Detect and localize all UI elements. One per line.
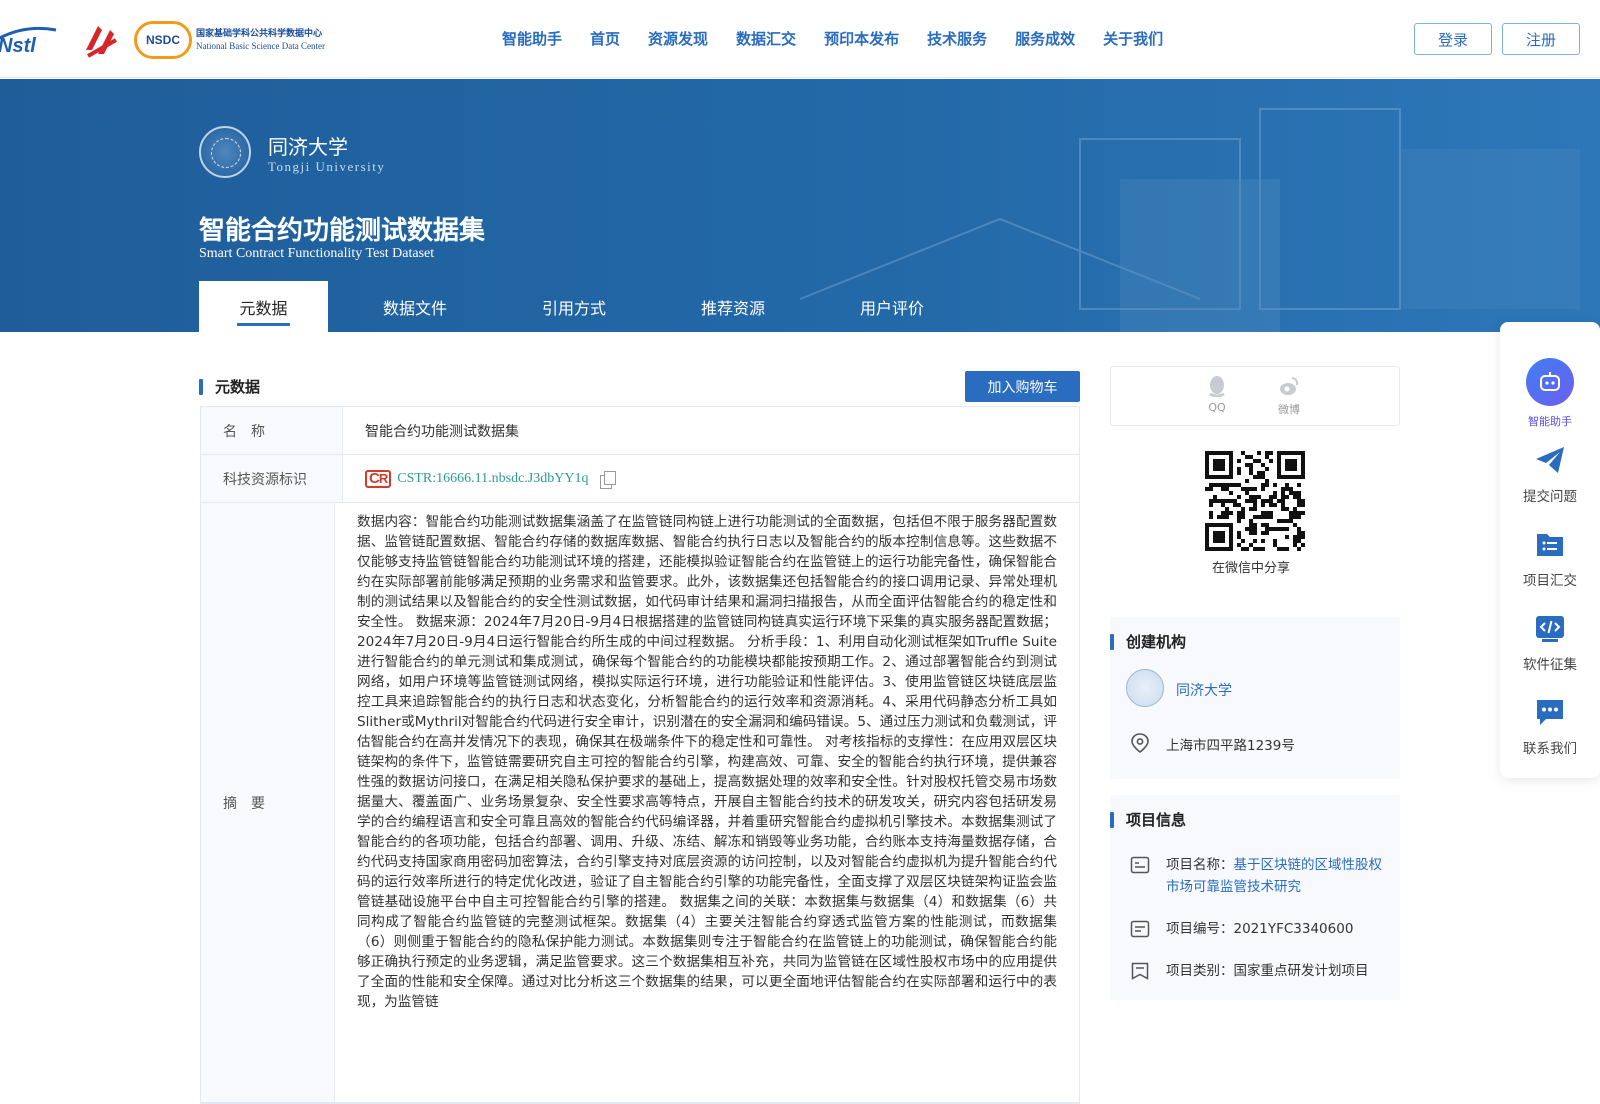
share-box: QQ 微博	[1110, 366, 1400, 426]
table-row: 名 称 智能合约功能测试数据集	[201, 407, 1079, 455]
table-row: 科技资源标识 CR CSTR:16666.11.nbsdc.J3dbYY1q	[201, 455, 1079, 503]
nav-data-submission[interactable]: 数据汇交	[736, 28, 796, 49]
svg-text:Nstl: Nstl	[0, 35, 36, 57]
dataset-tabs: 元数据 数据文件 引用方式 推荐资源 用户评价	[199, 281, 964, 332]
field-label: 名 称	[201, 407, 343, 454]
creator-title: 创建机构	[1126, 633, 1187, 651]
org-seal-icon	[1126, 669, 1164, 707]
field-label: 摘 要	[201, 503, 335, 1102]
project-name: 项目名称：基于区块链的区域性股权市场可靠监管技术研究	[1166, 854, 1386, 898]
list-folder-icon	[1537, 534, 1563, 556]
dataset-title-en: Smart Contract Functionality Test Datase…	[199, 246, 435, 261]
chat-bubble-icon	[1537, 700, 1563, 725]
project-heading: 项目信息	[1110, 809, 1186, 830]
nav-smart-assistant[interactable]: 智能助手	[502, 28, 562, 49]
project-number: 项目编号：2021YFC3340600	[1166, 921, 1354, 937]
register-button[interactable]: 注册	[1502, 23, 1580, 55]
location-pin-icon	[1131, 733, 1149, 754]
org-name-link[interactable]: 同济大学	[1176, 680, 1232, 700]
tab-citation[interactable]: 引用方式	[502, 281, 646, 332]
nav-tech-service[interactable]: 技术服务	[927, 28, 987, 49]
qq-icon	[1209, 376, 1225, 397]
cstr-icon: CR	[365, 469, 392, 488]
dataset-title: 智能合约功能测试数据集	[199, 216, 486, 246]
tab-metadata[interactable]: 元数据	[199, 281, 328, 332]
copy-icon[interactable]	[600, 470, 617, 489]
nsdc-badge: NSDC	[134, 21, 192, 59]
nstl-logo[interactable]: Nstl	[0, 22, 66, 58]
table-row: 摘 要 数据内容：智能合约功能测试数据集涵盖了在监管链同构链上进行功能测试的全面…	[201, 503, 1079, 1103]
tab-data-files[interactable]: 数据文件	[328, 281, 502, 332]
org-address: 上海市四平路1239号	[1166, 738, 1295, 754]
nsdc-name-zh: 国家基础学科公共科学数据中心	[196, 29, 323, 39]
metadata-table: 名 称 智能合约功能测试数据集 科技资源标识 CR CSTR:16666.11.…	[200, 406, 1080, 1104]
creator-card: 创建机构 同济大学 上海市四平路1239号	[1110, 617, 1400, 779]
nav-about[interactable]: 关于我们	[1103, 28, 1163, 49]
qr-caption: 在微信中分享	[1212, 561, 1291, 576]
share-weibo[interactable]: 微博	[1269, 375, 1309, 417]
software-collection-label: 软件征集	[1523, 657, 1577, 673]
project-submission-label: 项目汇交	[1523, 573, 1577, 589]
nav-preprint[interactable]: 预印本发布	[824, 28, 899, 49]
nsdc-logo[interactable]: NSDC 国家基础学科公共科学数据中心 National Basic Scien…	[134, 20, 350, 60]
nsdc-name-en: National Basic Science Data Center	[196, 41, 325, 51]
metadata-title: 元数据	[215, 378, 261, 396]
partner-logo-icon[interactable]	[80, 20, 120, 60]
ai-assistant-button[interactable]	[1526, 358, 1574, 406]
abstract-value: 数据内容：智能合约功能测试数据集涵盖了在监管链同构链上进行功能测试的全面数据，包…	[335, 503, 1079, 1102]
project-category-icon	[1131, 962, 1149, 980]
weibo-label: 微博	[1278, 403, 1300, 416]
university-name-en: Tongji University	[268, 159, 386, 174]
metadata-heading: 元数据	[199, 376, 260, 397]
main-nav: 智能助手 首页 资源发现 数据汇交 预印本发布 技术服务 服务成效 关于我们	[502, 28, 1191, 49]
cstr-value: CR CSTR:16666.11.nbsdc.J3dbYY1q	[343, 455, 1079, 502]
creator-heading: 创建机构	[1110, 631, 1186, 652]
section-marker	[199, 378, 203, 395]
nav-home[interactable]: 首页	[590, 28, 620, 49]
project-card: 项目信息 项目名称：基于区块链的区域性股权市场可靠监管技术研究 项目编号：202…	[1110, 795, 1400, 1000]
code-icon	[1536, 616, 1564, 642]
project-number-icon	[1130, 920, 1150, 938]
project-name-icon	[1130, 856, 1150, 874]
abstract-text: 数据内容：智能合约功能测试数据集涵盖了在监管链同构链上进行功能测试的全面数据，包…	[357, 514, 1057, 1010]
university-seal-icon	[199, 126, 251, 178]
project-name-label: 项目名称：	[1166, 857, 1234, 873]
contact-us-button[interactable]: 联系我们	[1500, 697, 1600, 757]
paper-plane-icon	[1536, 447, 1564, 473]
university-name[interactable]: 同济大学	[268, 131, 348, 160]
side-toolbar: 智能助手 提交问题 项目汇交 软件征集 联系我们	[1500, 322, 1600, 778]
submit-question-label: 提交问题	[1523, 489, 1577, 505]
tab-user-reviews[interactable]: 用户评价	[820, 281, 964, 332]
nav-resource-discovery[interactable]: 资源发现	[648, 28, 708, 49]
submit-question-button[interactable]: 提交问题	[1500, 445, 1600, 505]
project-title: 项目信息	[1126, 811, 1187, 829]
login-button[interactable]: 登录	[1414, 23, 1492, 55]
tab-recommended[interactable]: 推荐资源	[646, 281, 820, 332]
cstr-link[interactable]: CSTR:16666.11.nbsdc.J3dbYY1q	[397, 471, 588, 487]
ai-assistant-label[interactable]: 智能助手	[1500, 413, 1600, 429]
project-submission-button[interactable]: 项目汇交	[1500, 529, 1600, 589]
nav-service-results[interactable]: 服务成效	[1015, 28, 1075, 49]
section-marker	[1110, 633, 1114, 650]
contact-us-label: 联系我们	[1523, 741, 1577, 757]
top-header: Nstl NSDC 国家基础学科公共科学数据中心 National Basic …	[0, 0, 1600, 78]
robot-icon	[1540, 372, 1560, 391]
weibo-icon	[1280, 377, 1299, 395]
add-to-cart-button[interactable]: 加入购物车	[965, 371, 1080, 402]
section-marker	[1110, 811, 1114, 828]
field-value: 智能合约功能测试数据集	[365, 423, 519, 440]
qq-label: QQ	[1208, 401, 1226, 414]
project-category: 项目类别：国家重点研发计划项目	[1166, 963, 1369, 979]
wechat-qr-code	[1205, 451, 1305, 551]
field-label: 科技资源标识	[201, 455, 343, 502]
share-qq[interactable]: QQ	[1197, 375, 1237, 414]
software-collection-button[interactable]: 软件征集	[1500, 613, 1600, 673]
